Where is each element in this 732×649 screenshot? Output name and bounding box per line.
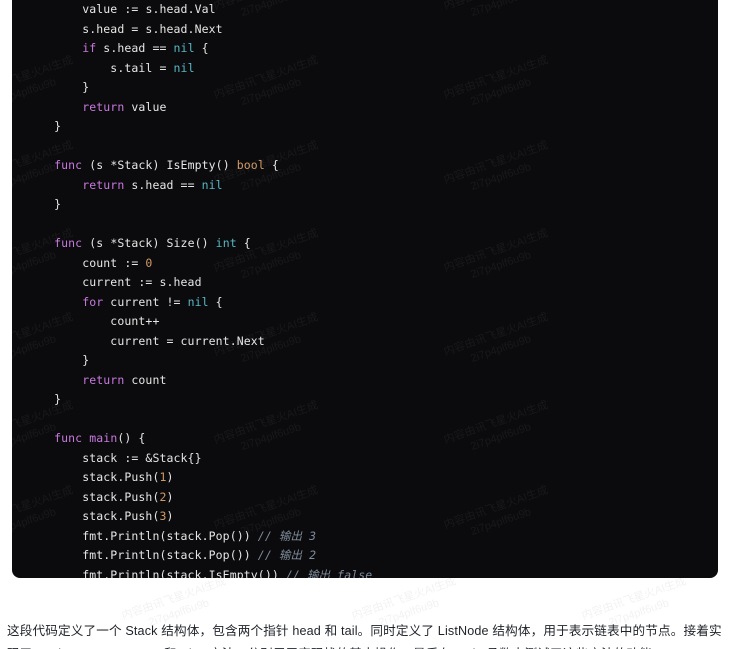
code-token: return	[82, 372, 125, 387]
watermark-line-1: 内容由讯飞星火AI生成	[580, 575, 688, 623]
code-line: func (s *Stack) Size() int {	[26, 236, 251, 250]
code-token: count :=	[82, 255, 146, 270]
code-token: stack.Push(	[82, 470, 160, 484]
code-token: (s *Stack) Size()	[82, 236, 216, 250]
code-token: current = current.Next	[110, 333, 265, 348]
code-token: nil	[173, 60, 195, 75]
code-line: value := s.head.Val	[26, 2, 216, 16]
code-line: }	[26, 197, 61, 211]
code-token: () {	[117, 431, 146, 445]
code-token: )	[166, 489, 174, 504]
code-token: (s *Stack) IsEmpty()	[82, 158, 237, 172]
code-token: }	[54, 392, 62, 406]
code-token: :=	[124, 2, 146, 16]
watermark-line-1: 内容由讯飞星火AI生成	[120, 575, 228, 623]
code-token: s.head.Val	[145, 2, 216, 16]
code-token: func	[54, 158, 83, 172]
code-line: current = current.Next	[26, 334, 265, 348]
code-token: main	[89, 431, 118, 445]
code-token: nil	[201, 177, 223, 192]
code-token: s.head = s.head.Next	[82, 21, 223, 36]
code-token: }	[82, 353, 90, 367]
code-token: value	[82, 2, 125, 16]
explanation-paragraph: 这段代码定义了一个 Stack 结构体，包含两个指针 head 和 tail。同…	[7, 623, 722, 649]
code-token: fmt.Println(stack.Pop())	[82, 548, 258, 562]
code-line: current := s.head	[26, 275, 202, 289]
code-line: fmt.Println(stack.Pop()) // 输出 3	[26, 529, 316, 543]
code-token: // 输出 3	[257, 528, 317, 543]
code-line: func main() {	[26, 431, 145, 445]
code-line: for current != nil {	[26, 295, 223, 309]
code-line: }	[26, 392, 61, 406]
code-token: 0	[145, 255, 153, 270]
code-line: fmt.Println(stack.IsEmpty()) // 输出 false	[26, 568, 372, 579]
code-line: count := 0	[26, 256, 152, 270]
code-token: {	[194, 41, 209, 55]
code-token: }	[54, 119, 62, 133]
code-line: stack.Push(1)	[26, 470, 174, 484]
code-line: stack.Push(3)	[26, 509, 174, 523]
code-content: value := s.head.Val s.head = s.head.Next…	[12, 0, 718, 578]
code-line: }	[26, 119, 61, 133]
code-token: stack := &Stack{}	[82, 450, 202, 465]
code-line: }	[26, 353, 89, 367]
code-line: s.head = s.head.Next	[26, 22, 223, 36]
code-token: bool	[236, 158, 265, 172]
code-token: value	[124, 99, 167, 114]
code-token: fmt.Println(stack.Pop())	[82, 528, 258, 543]
code-token: s.tail =	[110, 60, 174, 75]
code-line: count++	[26, 314, 159, 328]
code-token: nil	[187, 294, 209, 309]
code-token: )	[166, 470, 174, 484]
code-token: for	[82, 294, 104, 309]
code-scroll-area[interactable]: value := s.head.Val s.head = s.head.Next…	[12, 0, 718, 578]
code-token: if	[82, 41, 97, 55]
code-token: {	[264, 158, 279, 172]
code-token: }	[82, 80, 90, 94]
code-token: s.head ==	[124, 177, 202, 192]
code-token: current !=	[103, 294, 188, 309]
code-token: 1	[159, 470, 167, 484]
code-line: return value	[26, 100, 167, 114]
watermark-line-1: 内容由讯飞星火AI生成	[350, 575, 458, 623]
code-line: if s.head == nil {	[26, 41, 209, 55]
code-token: {	[236, 236, 251, 250]
code-token: func	[54, 236, 83, 250]
code-token: count	[124, 372, 167, 387]
code-line: }	[26, 80, 89, 94]
code-line: fmt.Println(stack.Pop()) // 输出 2	[26, 548, 316, 562]
code-line: stack := &Stack{}	[26, 451, 202, 465]
code-token: return	[82, 99, 125, 114]
code-token: // 输出 false	[285, 567, 373, 579]
code-block[interactable]: value := s.head.Val s.head = s.head.Next…	[12, 0, 718, 578]
code-token: func	[54, 431, 83, 445]
code-token: int	[215, 236, 237, 250]
code-token: }	[54, 197, 62, 211]
code-token: return	[82, 177, 125, 192]
code-token: 3	[159, 509, 167, 523]
code-token: // 输出 2	[257, 548, 317, 562]
code-line: func (s *Stack) IsEmpty() bool {	[26, 158, 279, 172]
code-line: return s.head == nil	[26, 178, 223, 192]
code-token: {	[208, 294, 223, 309]
code-token: current := s.head	[82, 275, 202, 289]
code-token: 2	[159, 489, 167, 504]
code-token: count++	[110, 314, 160, 328]
code-line: s.tail = nil	[26, 61, 195, 75]
code-line: return count	[26, 373, 167, 387]
code-token: fmt.Println(stack.IsEmpty())	[82, 567, 286, 579]
code-token: stack.Push(	[82, 489, 160, 504]
code-token: )	[166, 509, 174, 523]
code-token: s.head ==	[96, 41, 174, 55]
code-token: nil	[173, 41, 195, 55]
code-line: stack.Push(2)	[26, 490, 174, 504]
code-token: stack.Push(	[82, 509, 160, 523]
